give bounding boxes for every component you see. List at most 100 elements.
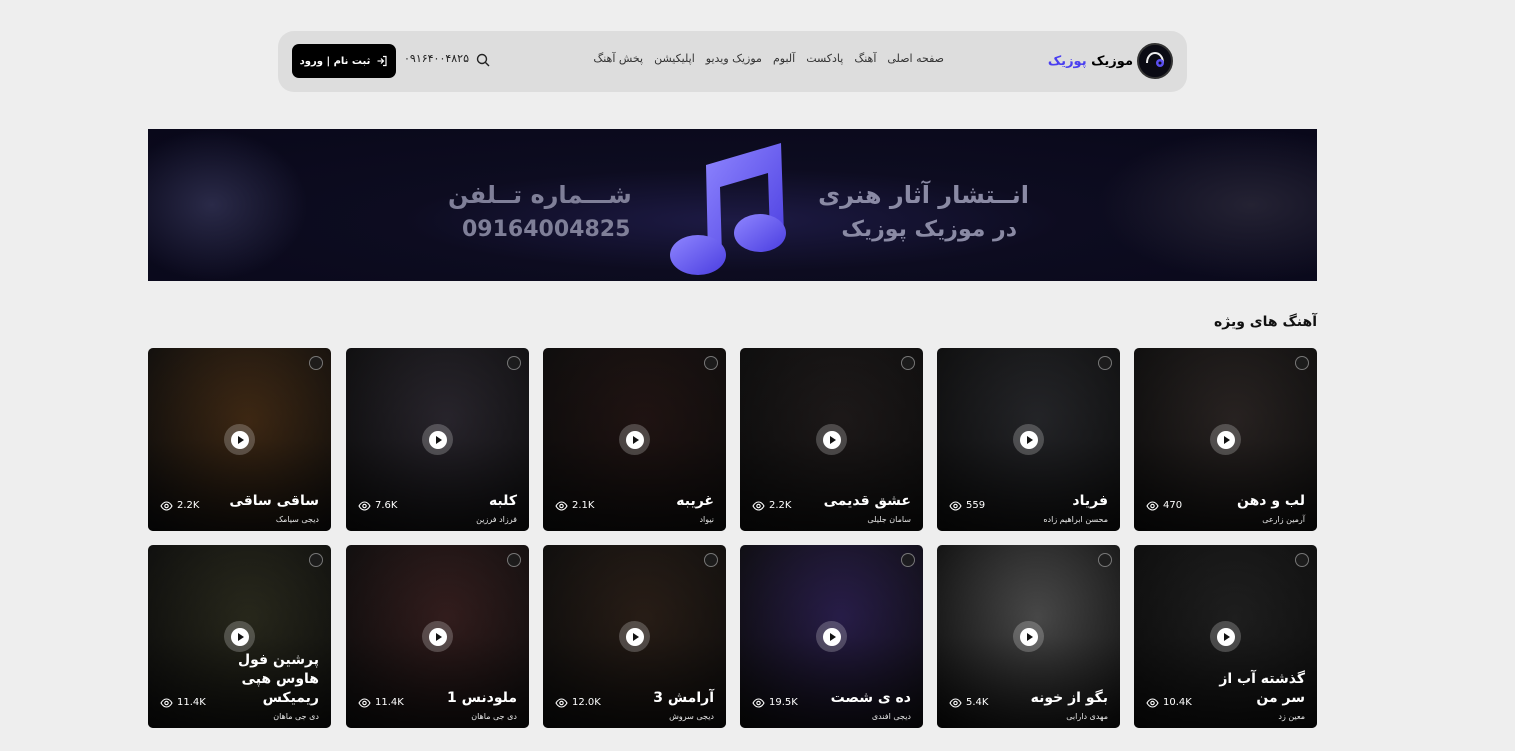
eye-icon — [555, 697, 568, 708]
eye-icon — [555, 500, 568, 511]
play-button[interactable] — [422, 424, 453, 455]
nav-podcast[interactable]: پادکست — [806, 52, 843, 65]
play-button[interactable] — [1210, 424, 1241, 455]
song-card[interactable]: کلبه فرزاد فرزین 7.6K — [346, 348, 529, 531]
play-button[interactable] — [619, 424, 650, 455]
play-icon — [1216, 627, 1235, 646]
eye-icon — [1146, 500, 1159, 511]
nav-play-song[interactable]: پخش آهنگ — [593, 52, 643, 65]
site-header: ثبت نام | ورود ۰۹۱۶۴۰۰۴۸۲۵ صفحه اصلی آهن… — [278, 31, 1187, 92]
song-card[interactable]: فریاد محسن ابراهیم زاده 559 — [937, 348, 1120, 531]
play-button[interactable] — [422, 621, 453, 652]
song-card[interactable]: غریبه نیواد 2.1K — [543, 348, 726, 531]
song-card[interactable]: لب و دهن آرمین زارعی 470 — [1134, 348, 1317, 531]
nav-album[interactable]: آلبوم — [773, 52, 795, 65]
song-title: بگو از خونه — [1030, 690, 1108, 706]
song-title: لب و دهن — [1236, 493, 1305, 509]
banner-phone-title: شـــماره تــلفن — [448, 181, 632, 209]
login-register-button[interactable]: ثبت نام | ورود — [292, 44, 396, 78]
nav-music-video[interactable]: موزیک ویدیو — [706, 52, 762, 65]
brand-watermark-icon — [507, 356, 521, 370]
play-icon — [1216, 430, 1235, 449]
play-button[interactable] — [1013, 621, 1044, 652]
song-card[interactable]: ساقی ساقی دیجی سیامک 2.2K — [148, 348, 331, 531]
header-phone: ۰۹۱۶۴۰۰۴۸۲۵ — [404, 52, 469, 65]
brand-watermark-icon — [309, 553, 323, 567]
song-card[interactable]: بگو از خونه مهدی دارابی 5.4K — [937, 545, 1120, 728]
play-button[interactable] — [619, 621, 650, 652]
song-card[interactable]: ده ی شصت دیجی افندی 19.5K — [740, 545, 923, 728]
play-button[interactable] — [1013, 424, 1044, 455]
song-card[interactable]: ملودنس 1 دی جی ماهان 11.4K — [346, 545, 529, 728]
main-nav: صفحه اصلی آهنگ پادکست آلبوم موزیک ویدیو … — [593, 52, 944, 65]
play-icon — [1019, 430, 1038, 449]
play-icon — [625, 430, 644, 449]
play-button[interactable] — [816, 424, 847, 455]
nav-songs[interactable]: آهنگ — [854, 52, 876, 65]
song-artist: دی جی ماهان — [273, 712, 319, 721]
view-count-value: 559 — [966, 500, 986, 511]
view-count: 559 — [949, 500, 985, 511]
song-card[interactable]: آرامش 3 دیجی سروش 12.0K — [543, 545, 726, 728]
song-card[interactable]: گذشته آب از سر من معین زد 10.4K — [1134, 545, 1317, 728]
play-icon — [428, 430, 447, 449]
view-count-value: 5.4K — [966, 697, 989, 708]
banner-headline: انــتشار آثار هنری — [818, 181, 1029, 209]
view-count: 11.4K — [160, 697, 206, 708]
eye-icon — [752, 697, 765, 708]
play-icon — [230, 430, 249, 449]
eye-icon — [752, 500, 765, 511]
view-count: 2.2K — [752, 500, 791, 511]
song-title: پرشین فول هاوس هپی ریمیکس — [237, 652, 319, 706]
brand-watermark-icon — [901, 553, 915, 567]
play-button[interactable] — [816, 621, 847, 652]
search-icon[interactable] — [475, 52, 491, 68]
song-artist: سامان جلیلی — [867, 515, 911, 524]
view-count-value: 10.4K — [1163, 697, 1192, 708]
view-count-value: 19.5K — [769, 697, 798, 708]
view-count: 10.4K — [1146, 697, 1192, 708]
eye-icon — [160, 500, 173, 511]
view-count: 470 — [1146, 500, 1182, 511]
play-button[interactable] — [224, 621, 255, 652]
song-artist: دیجی سیامک — [275, 515, 319, 524]
promo-banner[interactable]: انــتشار آثار هنری در موزیک پوزیک شـــما… — [148, 129, 1317, 281]
view-count: 12.0K — [555, 697, 601, 708]
music-note-icon — [670, 143, 786, 275]
brand-watermark-icon — [507, 553, 521, 567]
song-title: کلبه — [488, 493, 517, 509]
view-count: 19.5K — [752, 697, 798, 708]
brand-watermark-icon — [901, 356, 915, 370]
play-icon — [428, 627, 447, 646]
eye-icon — [160, 697, 173, 708]
headphone-logo-icon — [1137, 43, 1173, 79]
eye-icon — [949, 500, 962, 511]
nav-home[interactable]: صفحه اصلی — [887, 52, 944, 65]
song-title: عشق قدیمی — [823, 493, 911, 509]
nav-application[interactable]: اپلیکیشن — [654, 52, 695, 65]
song-artist: فرزاد فرزین — [476, 515, 517, 524]
banner-glow-right — [1097, 129, 1317, 281]
song-card[interactable]: عشق قدیمی سامان جلیلی 2.2K — [740, 348, 923, 531]
view-count-value: 2.1K — [572, 500, 595, 511]
play-button[interactable] — [1210, 621, 1241, 652]
brand-name: موزیک پوزیک — [1047, 53, 1133, 69]
view-count: 2.2K — [160, 500, 199, 511]
brand-watermark-icon — [1295, 356, 1309, 370]
play-button[interactable] — [224, 424, 255, 455]
song-title: ساقی ساقی — [229, 493, 319, 509]
login-icon — [377, 55, 387, 67]
play-icon — [625, 627, 644, 646]
eye-icon — [1146, 697, 1159, 708]
view-count: 11.4K — [358, 697, 404, 708]
song-artist: معین زد — [1278, 712, 1305, 721]
brand-watermark-icon — [309, 356, 323, 370]
view-count-value: 2.2K — [177, 500, 200, 511]
brand-watermark-icon — [704, 553, 718, 567]
song-title: آرامش 3 — [653, 690, 714, 706]
song-artist: دیجی سروش — [669, 712, 714, 721]
login-register-label: ثبت نام | ورود — [299, 55, 371, 67]
brand-logo-link[interactable]: موزیک پوزیک — [1048, 43, 1173, 79]
song-card[interactable]: پرشین فول هاوس هپی ریمیکس دی جی ماهان 11.4… — [148, 545, 331, 728]
play-icon — [230, 627, 249, 646]
